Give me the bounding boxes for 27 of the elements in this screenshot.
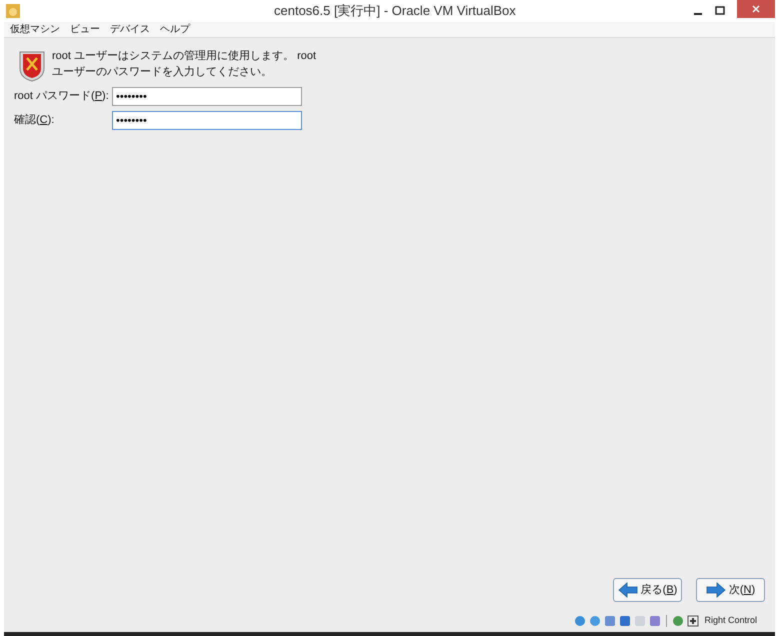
password-field[interactable]: •••••••• [112,87,302,106]
device-icon [619,615,632,627]
back-button[interactable]: 戻る(B) [613,578,682,602]
next-button[interactable]: 次(N) [696,578,765,602]
field-label: root パスワード(P): [14,89,110,104]
close-icon [752,5,760,13]
password-field[interactable]: •••••••• [112,111,302,130]
close-button[interactable] [737,0,775,18]
device-icon [589,615,602,627]
device-icon [574,615,586,627]
window-title: centos6.5 [実行中] - Oracle VM VirtualBox [274,2,516,20]
host-key-label: Right Control [704,614,757,628]
mouse-capture-icon [687,615,700,627]
app-icon [6,4,20,18]
instruction-text: root ユーザーはシステムの管理用に使用します。 root ユーザーのパスワードを入力してください。 [52,49,318,80]
menu-item[interactable]: ビュー [70,22,100,37]
device-icon [634,615,646,627]
device-icon [604,615,616,627]
menu-item[interactable]: デバイス [110,22,150,37]
globe-icon [672,615,684,627]
maximize-icon[interactable] [715,6,725,16]
menu-item[interactable]: ヘルプ [160,22,190,37]
field-label: 確認(C): [14,113,56,128]
right-arrow-icon [706,582,726,598]
left-arrow-icon [618,582,638,598]
menu-item[interactable]: 仮想マシン [10,22,60,37]
device-icon [649,615,662,627]
